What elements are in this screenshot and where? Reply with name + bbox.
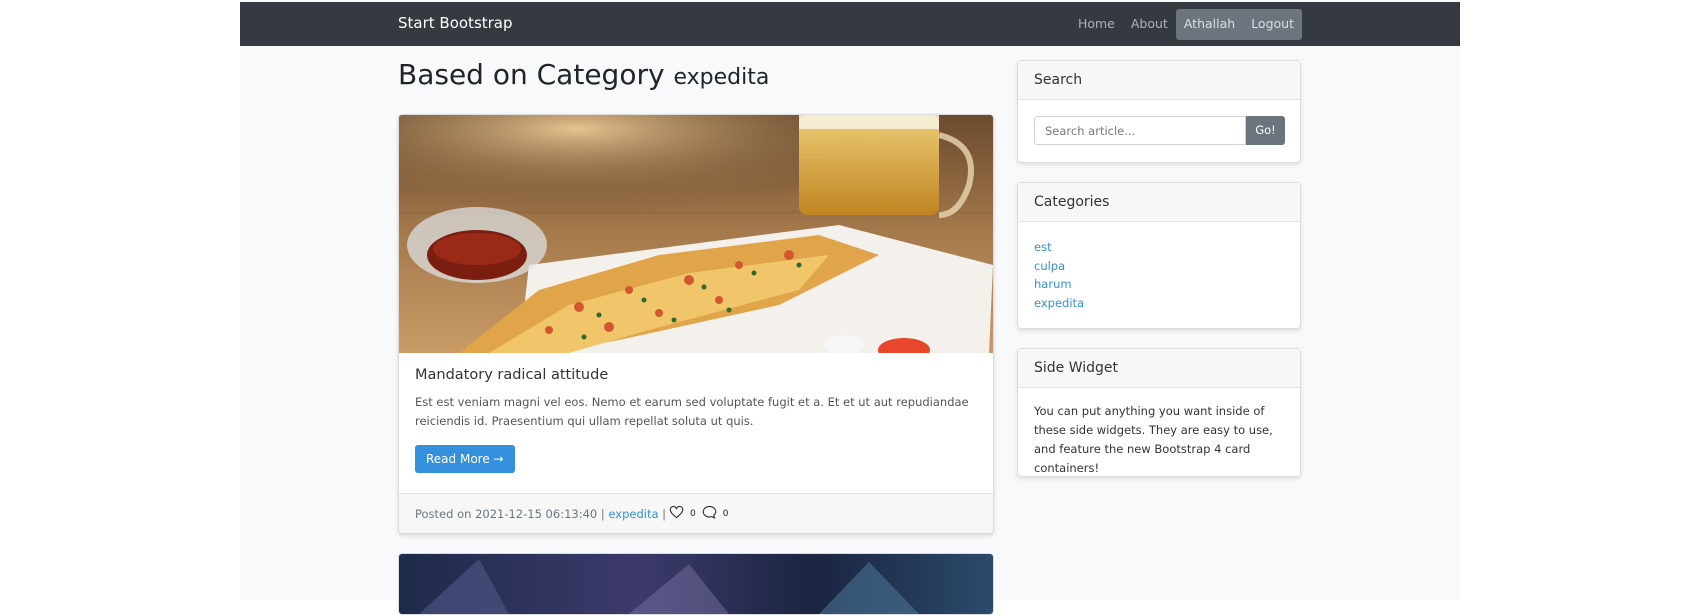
post-footer: Posted on 2021-12-15 06:13:40 | expedita… [399,493,993,533]
search-input[interactable] [1034,116,1246,145]
search-row: Go! [1034,116,1285,145]
nav-user-link[interactable]: Athallah [1176,9,1243,39]
nav-links: Home About Athallah Logout [1070,8,1302,40]
heart-icon[interactable] [669,505,684,522]
post-card: Mandatory radical attitude Est est venia… [398,114,994,534]
post-body: Mandatory radical attitude Est est venia… [415,367,975,473]
posted-on-text: Posted on 2021-12-15 06:13:40 | [415,506,605,521]
category-link-harum[interactable]: harum [1034,275,1084,294]
side-widget-card: Side Widget You can put anything you wan… [1017,348,1301,477]
post-image[interactable] [399,115,993,353]
navbar-brand[interactable]: Start Bootstrap [398,14,513,32]
post-title: Mandatory radical attitude [415,367,609,383]
category-link-est[interactable]: est [1034,238,1084,257]
next-post-card [398,553,994,615]
nav-logout-link[interactable]: Logout [1243,9,1302,39]
comment-count: 0 [722,508,729,519]
side-widget-header: Side Widget [1018,349,1300,388]
page-title-category: expedita [673,65,770,90]
page-title: Based on Category expedita [398,58,769,91]
nav-user-group: Athallah Logout [1175,8,1302,40]
navbar: Start Bootstrap Home About Athallah Logo… [240,2,1460,46]
categories-card: Categories est culpa harum expedita [1017,182,1301,329]
like-count: 0 [690,508,696,519]
category-link-expedita[interactable]: expedita [1034,294,1084,313]
categories-card-header: Categories [1018,183,1300,222]
post-excerpt: Est est veniam magni vel eos. Nemo et ea… [415,395,969,428]
category-link-culpa[interactable]: culpa [1034,257,1084,276]
footer-separator: | [662,506,667,521]
nav-about-link[interactable]: About [1123,9,1176,39]
search-card: Search Go! [1017,60,1301,163]
read-more-button[interactable]: Read More → [415,445,515,473]
next-post-image[interactable] [399,554,993,614]
page-title-text: Based on Category [398,58,665,91]
nav-home-link[interactable]: Home [1070,9,1123,39]
comment-icon[interactable] [702,505,717,522]
side-widget-text: You can put anything you want inside of … [1034,404,1273,475]
search-card-header: Search [1018,61,1300,100]
search-go-button[interactable]: Go! [1246,116,1285,145]
post-category-link[interactable]: expedita [608,507,658,521]
categories-list: est culpa harum expedita [1034,238,1084,312]
